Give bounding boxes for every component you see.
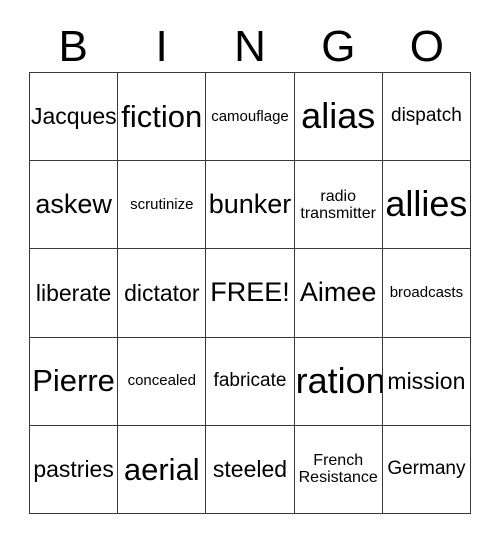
bingo-cell-label: alias (301, 95, 376, 137)
bingo-cell-free-space[interactable]: FREE! (206, 249, 295, 338)
bingo-cell-label: French Resistance (298, 452, 378, 487)
bingo-cell-label: askew (35, 189, 112, 220)
bingo-cell-o4[interactable]: mission (382, 337, 471, 426)
bingo-cell-label: camouflage (211, 107, 289, 125)
bingo-cell-label: concealed (127, 372, 196, 390)
bingo-cell-g5[interactable]: French Resistance (294, 425, 383, 514)
bingo-cell-label: Pierre (32, 363, 115, 399)
bingo-cell-o5[interactable]: Germany (382, 425, 471, 514)
bingo-cell-label: allies (385, 183, 468, 225)
bingo-cell-label: steeled (212, 455, 288, 482)
bingo-cell-i3[interactable]: dictator (118, 249, 207, 338)
bingo-cell-label: radio transmitter (300, 187, 376, 222)
bingo-cell-label: fabricate (213, 369, 287, 391)
bingo-cell-label: aerial (123, 451, 200, 487)
bingo-cell-label: broadcasts (389, 283, 464, 301)
bingo-cell-g2[interactable]: radio transmitter (294, 161, 383, 250)
bingo-cell-n2[interactable]: bunker (206, 161, 295, 250)
bingo-header-row: B I N G O (29, 22, 471, 72)
bingo-cell-b3[interactable]: liberate (30, 249, 119, 338)
bingo-cell-label: ration (295, 359, 383, 401)
free-space-label: FREE! (210, 277, 290, 308)
bingo-cell-b1[interactable]: Jacques (30, 73, 119, 162)
bingo-cell-i5[interactable]: aerial (118, 425, 207, 514)
bingo-cell-b5[interactable]: pastries (30, 425, 119, 514)
bingo-cell-g4[interactable]: ration (294, 337, 383, 426)
bingo-cell-i1[interactable]: fiction (118, 73, 207, 162)
bingo-cell-o1[interactable]: dispatch (382, 73, 471, 162)
bingo-cell-label: bunker (208, 189, 292, 220)
bingo-cell-label: dispatch (391, 105, 462, 127)
bingo-cell-n5[interactable]: steeled (206, 425, 295, 514)
bingo-header-letter-b: B (58, 22, 88, 71)
bingo-cell-label: liberate (35, 279, 112, 306)
bingo-cell-g3[interactable]: Aimee (294, 249, 383, 338)
bingo-cell-label: Germany (387, 458, 466, 480)
bingo-cell-g1[interactable]: alias (294, 73, 383, 162)
bingo-header-letter-g: G (321, 22, 356, 71)
bingo-grid: Jacques fiction camouflage alias dispatc… (29, 72, 471, 514)
bingo-cell-label: fiction (121, 98, 203, 134)
bingo-cell-label: mission (387, 367, 466, 394)
bingo-cell-label: scrutinize (130, 195, 194, 213)
bingo-header-letter-i: I (155, 22, 168, 71)
bingo-card: B I N G O Jacques fiction camouflage ali… (0, 0, 500, 544)
bingo-cell-n4[interactable]: fabricate (206, 337, 295, 426)
bingo-cell-b2[interactable]: askew (30, 161, 119, 250)
bingo-header-letter-o: O (409, 22, 444, 71)
bingo-cell-b4[interactable]: Pierre (30, 337, 119, 426)
bingo-cell-o3[interactable]: broadcasts (382, 249, 471, 338)
bingo-cell-n1[interactable]: camouflage (206, 73, 295, 162)
bingo-cell-label: Jacques (31, 103, 117, 130)
bingo-cell-label: dictator (124, 279, 200, 306)
bingo-cell-label: Aimee (299, 277, 377, 308)
bingo-header-letter-n: N (234, 22, 266, 71)
bingo-cell-i4[interactable]: concealed (118, 337, 207, 426)
bingo-cell-i2[interactable]: scrutinize (118, 161, 207, 250)
bingo-cell-o2[interactable]: allies (382, 161, 471, 250)
bingo-cell-label: pastries (33, 455, 114, 482)
